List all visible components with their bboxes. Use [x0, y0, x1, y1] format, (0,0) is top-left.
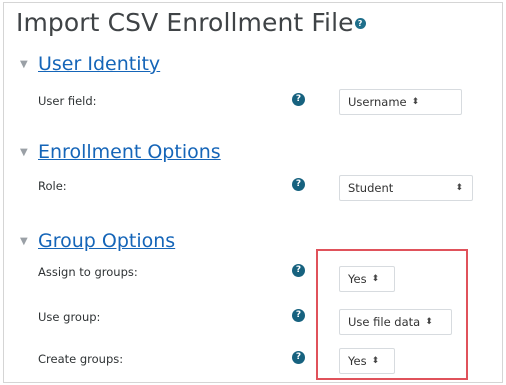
- help-question-icon[interactable]: ?: [292, 264, 305, 277]
- page-title: Import CSV Enrollment File?: [16, 8, 366, 37]
- role-value: Student: [348, 181, 394, 195]
- help-question-icon[interactable]: ?: [292, 351, 305, 364]
- use-group-label: Use group:: [38, 310, 101, 324]
- help-question-icon[interactable]: ?: [292, 93, 305, 106]
- page-title-text: Import CSV Enrollment File: [16, 8, 354, 37]
- section-enrollment-options: ▼ Enrollment Options: [20, 141, 221, 163]
- section-user-identity: ▼ User Identity: [20, 53, 160, 75]
- select-arrows-icon: ⬍: [455, 183, 463, 193]
- select-arrows-icon: ⬍: [411, 97, 420, 107]
- section-link-group-options[interactable]: Group Options: [38, 230, 175, 252]
- chevron-down-icon[interactable]: ▼: [20, 147, 30, 158]
- user-field-label: User field:: [38, 94, 97, 108]
- chevron-down-icon[interactable]: ▼: [20, 59, 30, 70]
- chevron-down-icon[interactable]: ▼: [20, 236, 30, 247]
- highlight-box: [316, 249, 468, 380]
- title-help-icon[interactable]: ?: [354, 17, 366, 29]
- section-link-user-identity[interactable]: User Identity: [38, 53, 160, 75]
- help-question-icon[interactable]: ?: [292, 178, 305, 191]
- section-group-options: ▼ Group Options: [20, 230, 175, 252]
- user-field-select[interactable]: Username ⬍: [339, 89, 462, 115]
- help-question-icon[interactable]: ?: [292, 309, 305, 322]
- assign-to-groups-label: Assign to groups:: [38, 265, 138, 279]
- section-link-enrollment-options[interactable]: Enrollment Options: [38, 141, 221, 163]
- role-label: Role:: [38, 179, 67, 193]
- create-groups-label: Create groups:: [38, 352, 124, 366]
- role-select[interactable]: Student ⬍: [339, 175, 473, 201]
- user-field-value: Username: [348, 95, 407, 109]
